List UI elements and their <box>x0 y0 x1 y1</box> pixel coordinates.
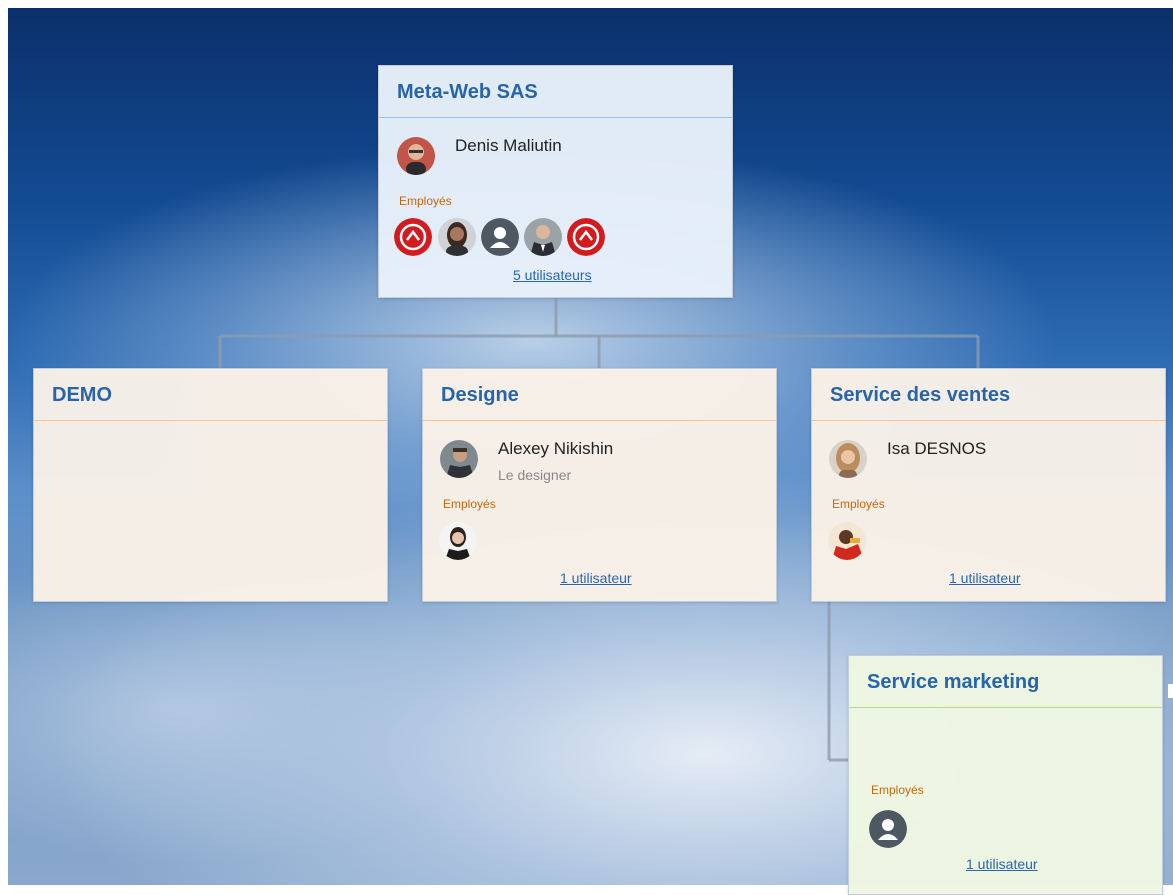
employees-label: Employés <box>399 194 452 208</box>
users-count-link[interactable]: 1 utilisateur <box>966 856 1038 872</box>
woman-photo-avatar[interactable] <box>438 218 476 256</box>
employees-label: Employés <box>443 497 496 511</box>
head-name[interactable]: Isa DESNOS <box>887 439 986 459</box>
org-unit-card-designe[interactable]: Designe Alexey Nikishin Le designer Empl… <box>422 368 777 602</box>
org-unit-title[interactable]: Service des ventes <box>812 369 1165 421</box>
org-unit-title[interactable]: Designe <box>423 369 776 421</box>
head-name[interactable]: Denis Maliutin <box>455 136 562 156</box>
red-badge-icon[interactable] <box>394 218 432 256</box>
man-red-shirt-photo-avatar[interactable] <box>828 522 866 560</box>
scroll-marker <box>1168 684 1173 698</box>
default-user-icon[interactable] <box>869 810 907 848</box>
users-count-link[interactable]: 5 utilisateurs <box>513 267 592 283</box>
head-avatar[interactable] <box>440 440 478 478</box>
org-unit-card-meta-web[interactable]: Meta-Web SAS Denis Maliutin Employés 5 u… <box>378 65 733 298</box>
employees-label: Employés <box>832 497 885 511</box>
woman-photo-avatar[interactable] <box>439 522 477 560</box>
head-avatar[interactable] <box>829 440 867 478</box>
default-user-icon[interactable] <box>481 218 519 256</box>
head-role: Le designer <box>498 467 572 483</box>
org-unit-card-service-marketing[interactable]: Service marketing Employés 1 utilisateur <box>848 655 1163 895</box>
org-unit-card-service-des-ventes[interactable]: Service des ventes Isa DESNOS Employés 1… <box>811 368 1166 602</box>
users-count-link[interactable]: 1 utilisateur <box>949 570 1021 586</box>
org-unit-title[interactable]: Meta-Web SAS <box>379 66 732 118</box>
users-count-link[interactable]: 1 utilisateur <box>560 570 632 586</box>
org-unit-title[interactable]: Service marketing <box>849 656 1162 708</box>
red-badge-icon[interactable] <box>567 218 605 256</box>
org-unit-card-demo[interactable]: DEMO <box>33 368 388 602</box>
head-name[interactable]: Alexey Nikishin <box>498 439 613 459</box>
man-suit-photo-avatar[interactable] <box>524 218 562 256</box>
employees-label: Employés <box>871 783 924 797</box>
org-unit-title[interactable]: DEMO <box>34 369 387 421</box>
head-avatar[interactable] <box>397 137 435 175</box>
